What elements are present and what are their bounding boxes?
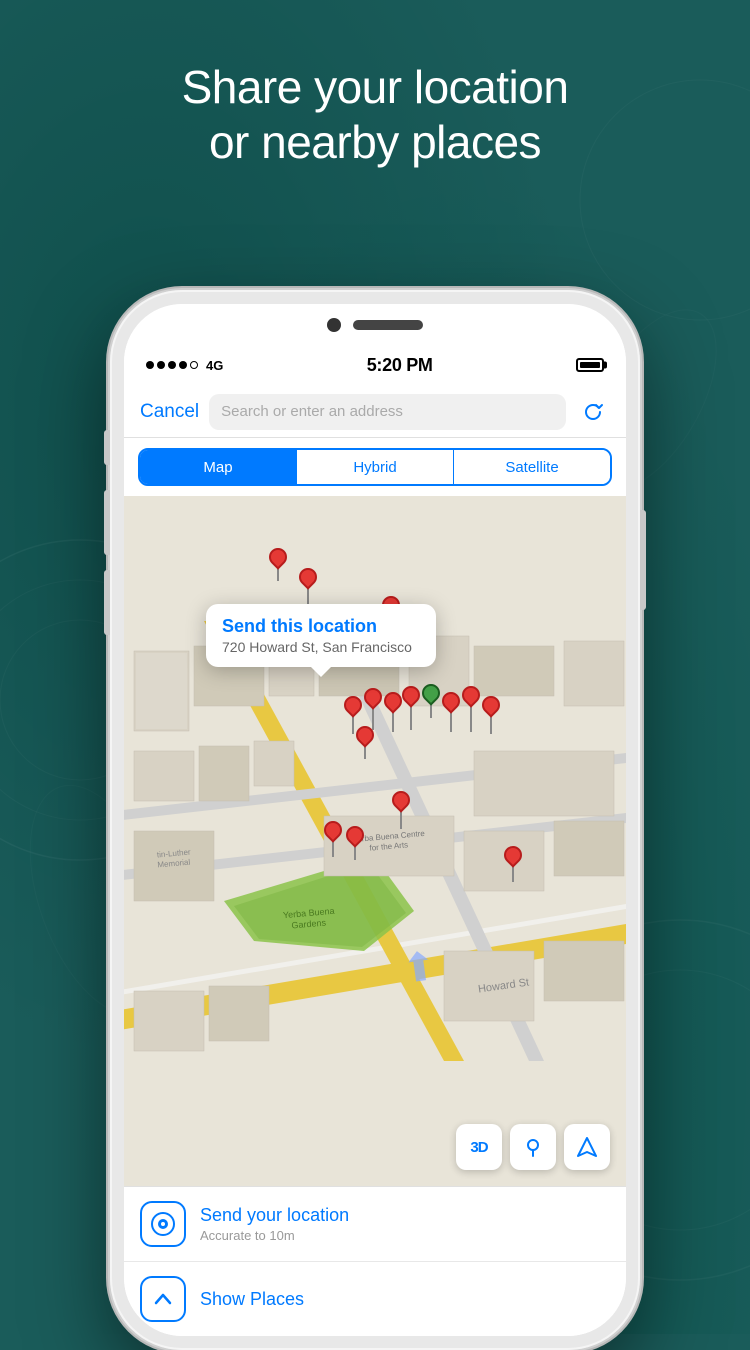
- mute-button: [104, 430, 110, 465]
- search-box[interactable]: Search or enter an address: [209, 394, 566, 430]
- pin-head-9: [458, 682, 483, 707]
- popup-address: 720 Howard St, San Francisco: [222, 639, 420, 655]
- map-illustration: tin-Luther Memorial Yerba Buena Gardens …: [124, 496, 626, 1186]
- pin-head-11: [352, 722, 377, 747]
- location-popup[interactable]: Send this location 720 Howard St, San Fr…: [206, 604, 436, 667]
- chevron-up-icon: [149, 1285, 177, 1313]
- pin-head-14: [342, 822, 367, 847]
- signal-dot-1: [146, 361, 154, 369]
- send-location-title: Send your location: [200, 1205, 610, 1226]
- map-pin-2: [299, 568, 317, 604]
- map-pin-13: [324, 821, 342, 857]
- map-pin-5: [364, 688, 382, 730]
- popup-arrow: [311, 667, 331, 677]
- status-time: 5:20 PM: [367, 355, 433, 376]
- status-bar: 4G 5:20 PM: [124, 344, 626, 386]
- map-pin-7: [402, 686, 420, 730]
- refresh-icon: [582, 401, 604, 423]
- show-places-item[interactable]: Show Places: [124, 1262, 626, 1336]
- map-pin-green: [422, 684, 440, 718]
- pin-head-2: [295, 564, 320, 589]
- signal-dot-4: [179, 361, 187, 369]
- current-location-icon-container: [140, 1201, 186, 1247]
- pin-head-green: [418, 680, 443, 705]
- cancel-button[interactable]: Cancel: [140, 401, 199, 423]
- pin-head-13: [320, 817, 345, 842]
- show-places-icon-container: [140, 1276, 186, 1322]
- signal-indicator: 4G: [146, 358, 223, 373]
- show-places-text: Show Places: [200, 1289, 610, 1310]
- map-pin-10: [482, 696, 500, 734]
- signal-dot-3: [168, 361, 176, 369]
- volume-up-button: [104, 490, 110, 555]
- front-camera: [327, 318, 341, 332]
- 3d-button[interactable]: 3D: [456, 1124, 502, 1170]
- status-right: [576, 358, 604, 372]
- battery-fill: [580, 362, 600, 368]
- pin-head-8: [438, 688, 463, 713]
- map-pin-8: [442, 692, 460, 732]
- bottom-list: Send your location Accurate to 10m Show …: [124, 1186, 626, 1336]
- pin-icon: [522, 1136, 544, 1158]
- popup-title: Send this location: [222, 616, 420, 637]
- map-pin-9: [462, 686, 480, 732]
- screen-bezel: 4G 5:20 PM Cancel Search or enter an add…: [124, 304, 626, 1336]
- send-location-subtitle: Accurate to 10m: [200, 1228, 610, 1243]
- send-location-text: Send your location Accurate to 10m: [200, 1205, 610, 1243]
- map-view[interactable]: tin-Luther Memorial Yerba Buena Gardens …: [124, 496, 626, 1186]
- map-pin-15: [504, 846, 522, 882]
- signal-dot-5: [190, 361, 198, 369]
- search-placeholder: Search or enter an address: [221, 403, 403, 420]
- map-pin-12: [392, 791, 410, 829]
- pin-head-10: [478, 692, 503, 717]
- header-title: Share your location or nearby places: [0, 60, 750, 170]
- pin-head-5: [360, 684, 385, 709]
- navigate-button[interactable]: [564, 1124, 610, 1170]
- map-pin-14: [346, 826, 364, 860]
- show-places-title: Show Places: [200, 1289, 610, 1310]
- map-pin-1: [269, 548, 287, 581]
- navigation-bar: Cancel Search or enter an address: [124, 386, 626, 438]
- pin-stem-9: [470, 704, 472, 732]
- signal-dot-2: [157, 361, 165, 369]
- power-button: [640, 510, 646, 610]
- map-pin-6: [384, 692, 402, 732]
- map-controls: 3D: [456, 1124, 610, 1170]
- pin-head-7: [398, 682, 423, 707]
- tab-satellite[interactable]: Satellite: [454, 450, 610, 484]
- battery-icon: [576, 358, 604, 372]
- current-location-icon: [149, 1210, 177, 1238]
- screen-content: 4G 5:20 PM Cancel Search or enter an add…: [124, 304, 626, 1336]
- pin-head-1: [265, 544, 290, 569]
- signal-dots: [146, 361, 198, 369]
- navigate-icon: [576, 1136, 598, 1158]
- map-pin-11: [356, 726, 374, 759]
- pin-head-4: [340, 692, 365, 717]
- top-hardware-bar: [327, 318, 423, 332]
- tab-map[interactable]: Map: [140, 450, 296, 484]
- speaker-grille: [353, 320, 423, 330]
- refresh-button[interactable]: [576, 395, 610, 429]
- pin-center-button[interactable]: [510, 1124, 556, 1170]
- pin-head-12: [388, 787, 413, 812]
- send-location-item[interactable]: Send your location Accurate to 10m: [124, 1187, 626, 1262]
- pin-head-15: [500, 842, 525, 867]
- tab-hybrid[interactable]: Hybrid: [297, 450, 453, 484]
- map-view-segmented-control: Map Hybrid Satellite: [138, 448, 612, 486]
- volume-down-button: [104, 570, 110, 635]
- iphone-frame: 4G 5:20 PM Cancel Search or enter an add…: [110, 290, 640, 1350]
- network-type: 4G: [206, 358, 223, 373]
